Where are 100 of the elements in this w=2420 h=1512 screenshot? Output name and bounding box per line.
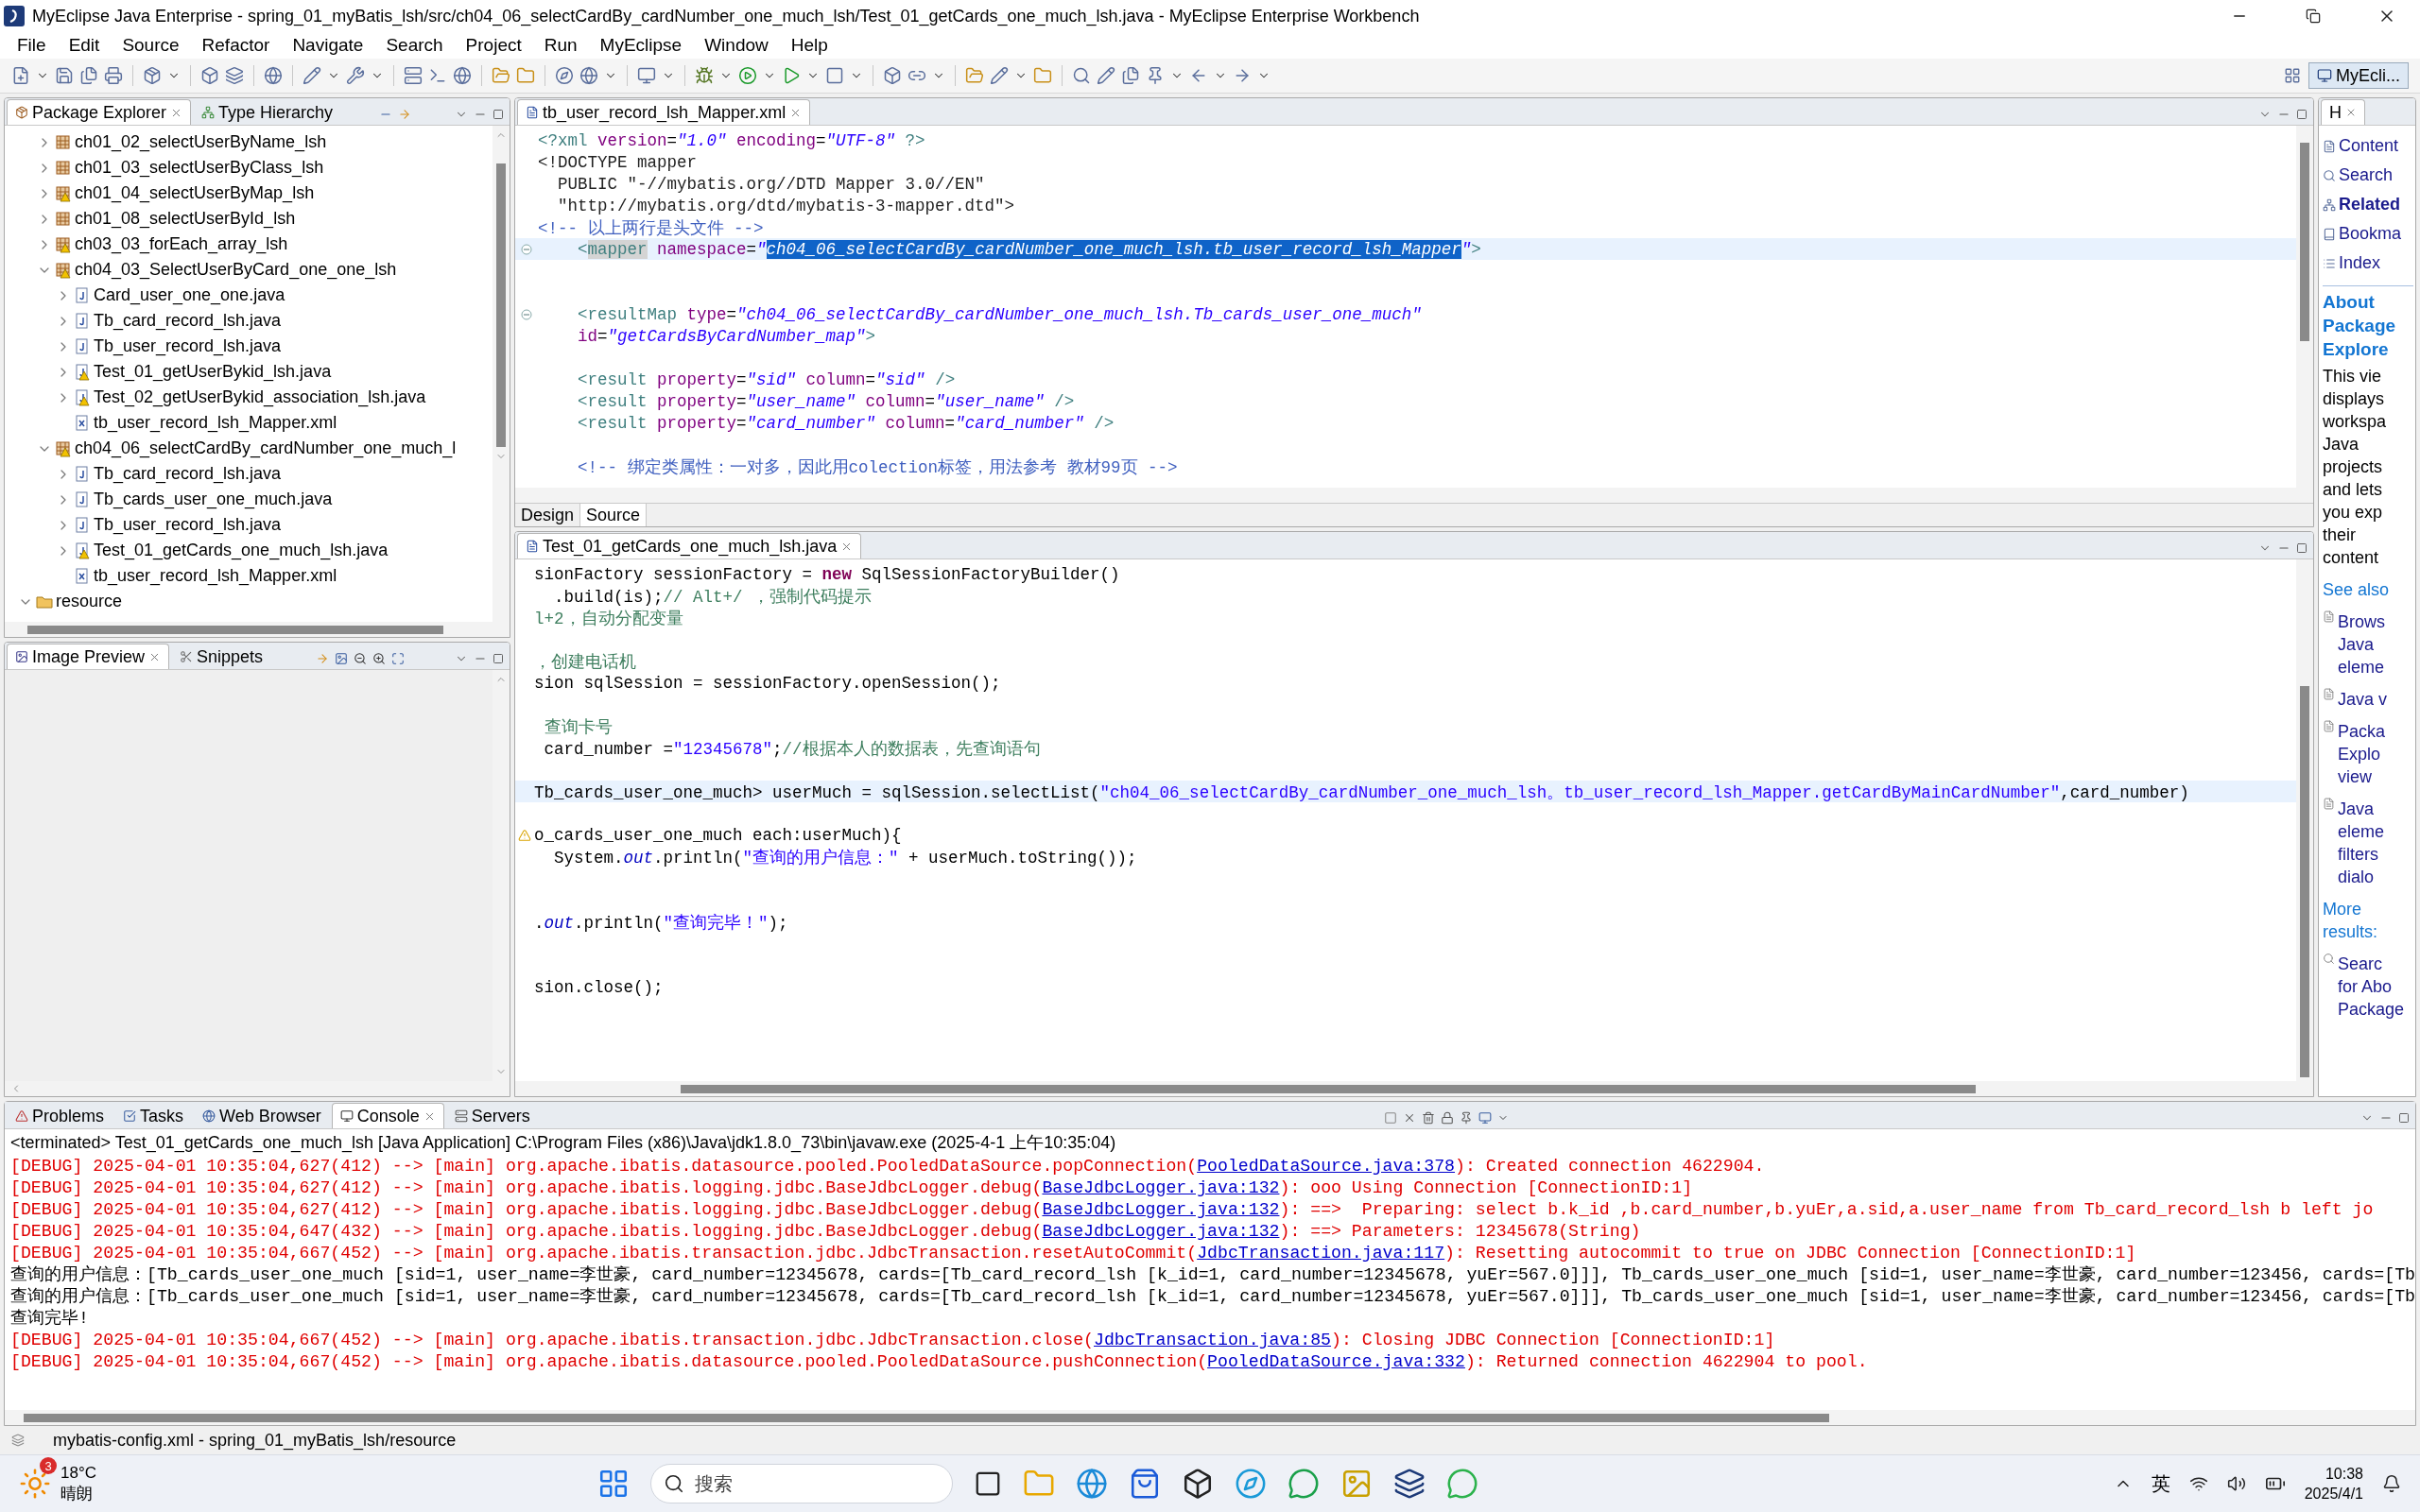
help-topic-link[interactable]: Packa Explo view (2338, 720, 2386, 788)
copy-icon[interactable] (1121, 66, 1140, 85)
fit-image-icon[interactable] (335, 652, 349, 665)
menu-item[interactable]: Window (693, 35, 780, 56)
wrench-icon[interactable] (346, 66, 365, 85)
source-link[interactable]: JdbcTransaction.java:85 (1094, 1331, 1332, 1349)
terminate-icon[interactable] (1384, 1111, 1398, 1125)
print-icon[interactable] (104, 66, 123, 85)
menu-item[interactable]: Search (374, 35, 455, 56)
view-tab[interactable]: Web Browser (194, 1103, 330, 1128)
restore-icon[interactable] (2306, 9, 2321, 24)
scroll-lock-icon[interactable] (1441, 1111, 1455, 1125)
terminal-icon[interactable] (428, 66, 447, 85)
help-topic-link[interactable]: Brows Java eleme (2338, 610, 2385, 679)
clock-date[interactable]: 2025/4/1 (2304, 1484, 2363, 1503)
globe-icon[interactable] (579, 66, 598, 85)
menu-item[interactable]: Run (532, 35, 589, 56)
maximize-icon[interactable] (2296, 542, 2308, 554)
folder-icon[interactable] (516, 66, 535, 85)
app-icon[interactable] (1182, 1468, 1214, 1500)
folder-icon[interactable] (965, 66, 984, 85)
pencil-icon[interactable] (990, 66, 1009, 85)
maximize-icon[interactable] (2296, 109, 2308, 120)
server-icon[interactable] (404, 66, 423, 85)
chat-icon[interactable] (1288, 1468, 1320, 1500)
package-icon[interactable] (143, 66, 162, 85)
view-tab[interactable]: Package Explorer (7, 99, 192, 125)
help-link[interactable]: Related (2323, 190, 2413, 219)
actual-size-icon[interactable] (391, 652, 406, 665)
editor-tab[interactable]: tb_user_record_lsh_Mapper.xml (517, 99, 811, 125)
maximize-icon[interactable] (493, 109, 504, 120)
source-link[interactable]: PooledDataSource.java:332 (1207, 1352, 1465, 1371)
menu-item[interactable]: Help (779, 35, 839, 56)
scrollbar[interactable] (2296, 126, 2313, 488)
notification-icon[interactable] (2382, 1474, 2401, 1493)
more-results-link[interactable]: More results: (2323, 898, 2413, 943)
view-tab[interactable]: Console (331, 1103, 444, 1128)
search-field[interactable]: 搜索 (650, 1464, 953, 1503)
tree-item[interactable]: Tb_card_record_lsh.java (94, 464, 282, 484)
maximize-icon[interactable] (493, 653, 504, 664)
tree-item[interactable]: Test_01_getUserBykid_lsh.java (94, 362, 332, 382)
menu-item[interactable]: Source (111, 35, 191, 56)
zoom-out-icon[interactable] (354, 652, 368, 665)
help-link[interactable]: Search (2323, 161, 2413, 190)
tree-item[interactable]: Test_01_getCards_one_much_lsh.java (94, 541, 389, 560)
search-result-link[interactable]: Searc for Abo Package (2338, 953, 2405, 1021)
tree-item[interactable]: Tb_user_record_lsh.java (94, 515, 282, 535)
editor-mode-tab[interactable]: Source (580, 504, 648, 526)
globe-icon[interactable] (453, 66, 472, 85)
folder-icon[interactable] (492, 66, 510, 85)
view-tab[interactable]: Type Hierarchy (193, 99, 342, 125)
tree-item[interactable]: resource (56, 592, 123, 611)
tree-item[interactable]: tb_user_record_lsh_Mapper.xml (94, 566, 337, 586)
tree-item[interactable]: tb_user_record_lsh_Mapper.xml (94, 413, 337, 433)
wifi-icon[interactable] (2188, 1474, 2208, 1493)
save-icon[interactable] (55, 66, 74, 85)
source-link[interactable]: BaseJdbcLogger.java:132 (1042, 1200, 1280, 1219)
layers-icon[interactable] (1393, 1468, 1426, 1500)
source-link[interactable]: JdbcTransaction.java:117 (1197, 1244, 1445, 1263)
speaker-icon[interactable] (2226, 1474, 2246, 1493)
app-icon[interactable] (974, 1469, 1002, 1498)
help-link[interactable]: Index (2323, 249, 2413, 278)
globe-icon[interactable] (264, 66, 283, 85)
scrollbar[interactable] (515, 1081, 2313, 1096)
zoom-in-icon[interactable] (372, 652, 387, 665)
compass-icon[interactable] (555, 66, 574, 85)
search-icon[interactable] (1072, 66, 1091, 85)
help-link[interactable]: Content (2323, 131, 2413, 161)
scrollbar[interactable] (5, 1410, 2415, 1425)
scrollbar[interactable] (515, 488, 2313, 503)
new-file-icon[interactable] (11, 66, 30, 85)
menu-item[interactable]: Project (454, 35, 533, 56)
menu-item[interactable]: Edit (57, 35, 112, 56)
layers-icon[interactable] (225, 66, 244, 85)
tree-item[interactable]: ch01_03_selectUserByClass_lsh (75, 158, 324, 178)
save-all-icon[interactable] (79, 66, 98, 85)
pin-icon[interactable] (1460, 1111, 1474, 1125)
tree-item[interactable]: Card_user_one_one.java (94, 285, 285, 305)
source-link[interactable]: PooledDataSource.java:378 (1197, 1157, 1455, 1176)
editor-tab[interactable]: Test_01_getCards_one_much_lsh.java (517, 533, 862, 558)
chat-icon[interactable] (1446, 1468, 1478, 1500)
tree-item[interactable]: Test_02_getUserBykid_association_lsh.java (94, 387, 426, 407)
view-tab[interactable]: Image Preview (7, 644, 170, 669)
maximize-icon[interactable] (2398, 1112, 2410, 1124)
tree-item[interactable]: ch04_06_selectCardBy_cardNumber_one_much_l (75, 438, 457, 458)
start-icon[interactable] (597, 1468, 630, 1500)
view-tab[interactable]: Tasks (114, 1103, 193, 1128)
tree-item[interactable]: ch04_03_SelectUserByCard_one_one_lsh (75, 260, 397, 280)
run-icon[interactable] (738, 66, 757, 85)
clear-console-icon[interactable] (1422, 1111, 1436, 1125)
cube-icon[interactable] (883, 66, 902, 85)
tree-item[interactable]: ch01_08_selectUserById_lsh (75, 209, 296, 229)
tree-item[interactable]: Tb_cards_user_one_much.java (94, 490, 333, 509)
debug-icon[interactable] (695, 66, 714, 85)
tree-item[interactable]: Tb_card_record_lsh.java (94, 311, 282, 331)
source-link[interactable]: BaseJdbcLogger.java:132 (1042, 1178, 1280, 1197)
help-topic-link[interactable]: Java eleme filters dialo (2338, 798, 2385, 888)
stop-icon[interactable] (825, 66, 844, 85)
menu-item[interactable]: Navigate (281, 35, 375, 56)
scrollbar[interactable] (5, 622, 510, 637)
